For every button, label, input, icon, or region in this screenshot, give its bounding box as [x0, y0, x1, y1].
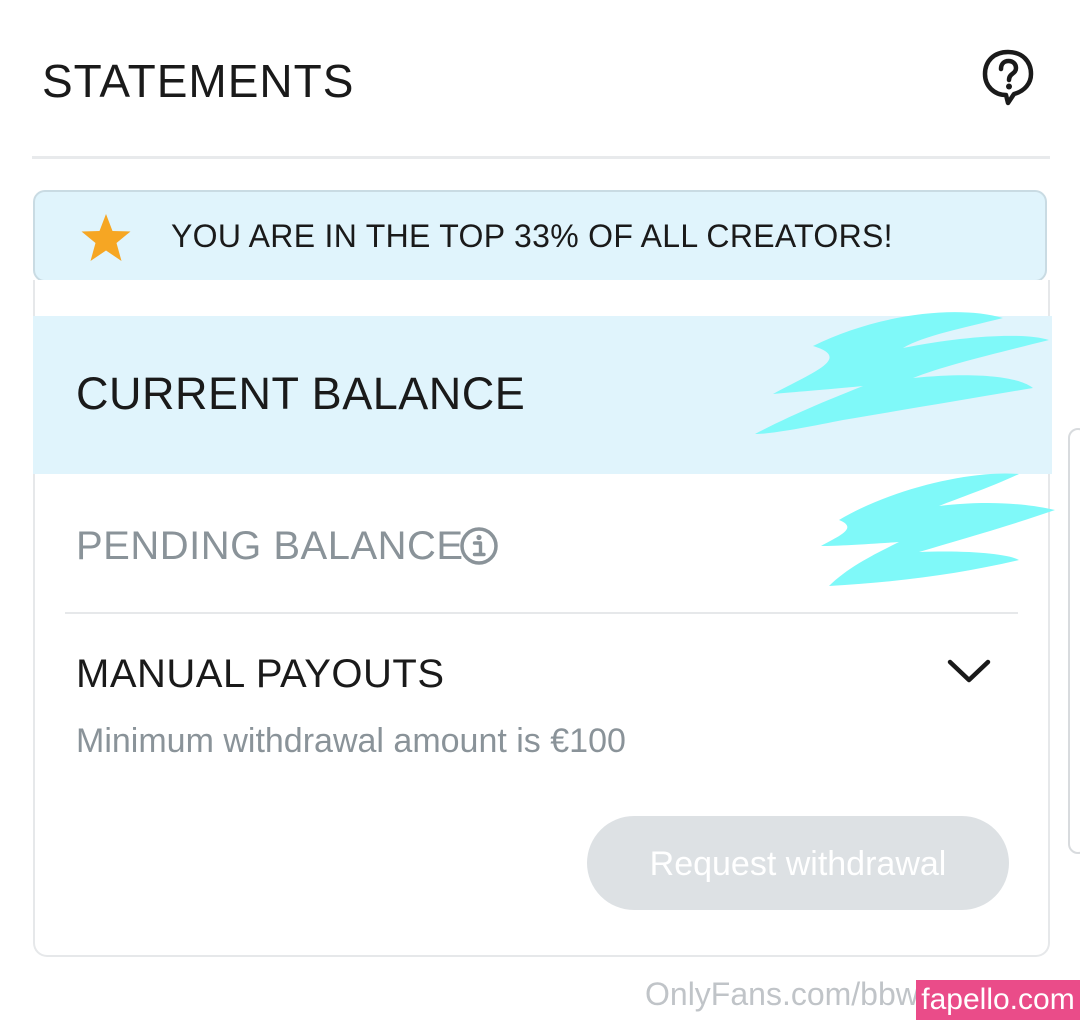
redaction-scribble [755, 312, 1049, 434]
footer-url: OnlyFans.com/bbw [645, 976, 919, 1012]
info-icon[interactable] [459, 526, 499, 566]
star-icon [81, 214, 131, 261]
minimum-withdrawal-note: Minimum withdrawal amount is €100 [76, 722, 626, 760]
pending-balance-label: PENDING BALANCE [76, 524, 464, 568]
redaction-scribble [821, 473, 1055, 586]
pending-balance-row: PENDING BALANCE [35, 473, 1055, 614]
page-header: STATEMENTS [42, 48, 1040, 112]
top-creator-banner: YOU ARE IN THE TOP 33% OF ALL CREATORS! [33, 190, 1047, 282]
row-divider [65, 612, 1018, 614]
header-divider [32, 156, 1050, 159]
watermark: fapello.com [916, 980, 1080, 1020]
page-title: STATEMENTS [42, 55, 355, 107]
request-withdrawal-button[interactable]: Request withdrawal [587, 816, 1009, 910]
current-balance-label: CURRENT BALANCE [76, 368, 526, 419]
current-balance-row: CURRENT BALANCE [33, 312, 1052, 474]
scrollbar[interactable] [1068, 428, 1080, 854]
question-bubble-icon[interactable] [980, 48, 1036, 108]
chevron-down-icon[interactable] [946, 654, 992, 688]
banner-text: YOU ARE IN THE TOP 33% OF ALL CREATORS! [171, 218, 893, 254]
manual-payouts-title: MANUAL PAYOUTS [76, 652, 445, 696]
statements-page: STATEMENTS YOU ARE IN THE TOP 33% OF ALL… [0, 0, 1080, 1020]
balance-card: CURRENT BALANCE PENDING BALANCE MANUAL P… [33, 280, 1055, 957]
